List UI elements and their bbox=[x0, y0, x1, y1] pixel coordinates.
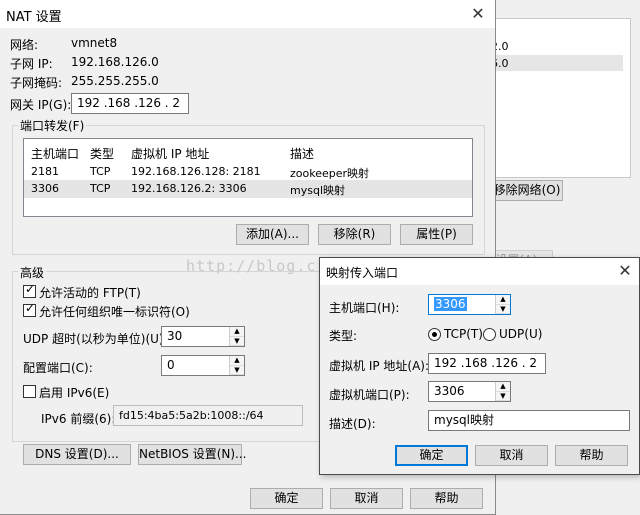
subnet-ip-label: 子网 IP: bbox=[10, 57, 53, 71]
properties-button[interactable]: 属性(P) bbox=[400, 224, 473, 245]
config-port-value: 0 bbox=[167, 358, 175, 372]
port-cancel-button[interactable]: 取消 bbox=[475, 445, 548, 466]
network-label: 网络: bbox=[10, 38, 39, 52]
cell-description: zookeeper映射 bbox=[290, 167, 370, 180]
description-field[interactable]: mysql映射 bbox=[428, 410, 630, 431]
port-forwarding-list[interactable]: 主机端口 类型 虚拟机 IP 地址 描述 2181 TCP 192.168.12… bbox=[23, 138, 473, 217]
table-row[interactable]: 2181 TCP 192.168.126.128: 2181 zookeeper… bbox=[24, 163, 472, 181]
vm-ip-field[interactable]: 192 .168 .126 . 2 bbox=[428, 353, 546, 374]
allow-ftp-checkbox[interactable] bbox=[23, 282, 36, 298]
table-row[interactable]: 3306 TCP 192.168.126.2: 3306 mysql映射 bbox=[24, 180, 472, 198]
ipv6-prefix-label: IPv6 前缀(6): bbox=[41, 412, 116, 426]
advanced-title: 高级 bbox=[18, 264, 47, 281]
close-icon[interactable]: ✕ bbox=[616, 262, 634, 280]
column-description[interactable]: 描述 bbox=[290, 145, 314, 162]
dialog-title: NAT 设置 bbox=[6, 10, 62, 25]
port-dialog-title-bar: 映射传入端口 ✕ bbox=[320, 258, 639, 285]
port-help-button[interactable]: 帮助 bbox=[555, 445, 628, 466]
map-port-dialog: 映射传入端口 ✕ 主机端口(H): 3306 ▲ ▼ 类型: TCP(T) UDP… bbox=[319, 257, 640, 475]
dns-settings-button[interactable]: DNS 设置(D)... bbox=[23, 444, 131, 465]
cell-vm-ip: 192.168.126.2: 3306 bbox=[131, 182, 247, 195]
allow-ftp-label: 允许活动的 FTP(T) bbox=[39, 286, 141, 300]
vm-port-value: 3306 bbox=[434, 384, 465, 398]
tcp-radio[interactable] bbox=[428, 328, 441, 341]
allow-oui-checkbox[interactable] bbox=[23, 301, 36, 317]
port-dialog-title: 映射传入端口 bbox=[326, 266, 399, 280]
close-icon[interactable]: ✕ bbox=[469, 5, 487, 23]
list-header: 主机端口 类型 虚拟机 IP 地址 描述 bbox=[24, 143, 472, 161]
host-port-spinner[interactable]: ▲ ▼ bbox=[495, 295, 510, 314]
cell-host-port: 3306 bbox=[31, 182, 59, 195]
ipv6-prefix-field: fd15:4ba5:5a2b:1008::/64 bbox=[113, 405, 303, 426]
udp-radio[interactable] bbox=[483, 328, 496, 341]
tcp-label: TCP(T) bbox=[444, 327, 483, 341]
remove-network-button[interactable]: 移除网络(O) bbox=[491, 180, 563, 201]
network-value: vmnet8 bbox=[71, 36, 118, 50]
column-type[interactable]: 类型 bbox=[90, 145, 114, 162]
vm-port-spinner[interactable]: ▲ ▼ bbox=[495, 382, 510, 401]
port-forwarding-title: 端口转发(F) bbox=[18, 117, 87, 134]
gateway-ip-field[interactable]: 192 .168 .126 . 2 bbox=[71, 93, 189, 114]
port-ok-button[interactable]: 确定 bbox=[395, 445, 468, 466]
cell-type: TCP bbox=[90, 182, 111, 195]
config-port-label: 配置端口(C): bbox=[23, 361, 93, 375]
type-label: 类型: bbox=[329, 329, 358, 343]
gateway-label: 网关 IP(G): bbox=[10, 98, 72, 112]
cell-description: mysql映射 bbox=[290, 184, 345, 197]
host-port-label: 主机端口(H): bbox=[329, 301, 400, 315]
enable-ipv6-checkbox[interactable] bbox=[23, 385, 36, 398]
column-host-port[interactable]: 主机端口 bbox=[31, 145, 79, 162]
netbios-settings-button[interactable]: NetBIOS 设置(N)... bbox=[138, 444, 247, 465]
vm-ip-label: 虚拟机 IP 地址(A): bbox=[329, 359, 430, 373]
cell-type: TCP bbox=[90, 165, 111, 178]
config-port-spinner[interactable]: ▲ ▼ bbox=[229, 356, 244, 375]
nat-ok-button[interactable]: 确定 bbox=[250, 488, 323, 509]
udp-timeout-spinner[interactable]: ▲ ▼ bbox=[229, 327, 244, 346]
cell-host-port: 2181 bbox=[31, 165, 59, 178]
host-port-value: 3306 bbox=[434, 297, 467, 311]
allow-oui-label: 允许任何组织唯一标识符(O) bbox=[39, 305, 190, 319]
add-button[interactable]: 添加(A)... bbox=[236, 224, 309, 245]
nat-help-button[interactable]: 帮助 bbox=[410, 488, 483, 509]
udp-timeout-value: 30 bbox=[167, 329, 183, 343]
remove-button[interactable]: 移除(R) bbox=[318, 224, 391, 245]
subnet-ip-value: 192.168.126.0 bbox=[71, 55, 159, 69]
nat-cancel-button[interactable]: 取消 bbox=[330, 488, 403, 509]
description-label: 描述(D): bbox=[329, 417, 376, 431]
udp-label: UDP(U) bbox=[499, 327, 543, 341]
column-vm-ip[interactable]: 虚拟机 IP 地址 bbox=[131, 145, 209, 162]
udp-timeout-label: UDP 超时(以秒为单位)(U): bbox=[23, 332, 168, 346]
vm-port-label: 虚拟机端口(P): bbox=[329, 388, 410, 402]
cell-vm-ip: 192.168.126.128: 2181 bbox=[131, 165, 261, 178]
subnet-mask-label: 子网掩码: bbox=[10, 76, 63, 90]
title-bar: NAT 设置 ✕ bbox=[0, 0, 495, 28]
enable-ipv6-label: 启用 IPv6(E) bbox=[39, 386, 110, 400]
subnet-mask-value: 255.255.255.0 bbox=[71, 74, 159, 88]
